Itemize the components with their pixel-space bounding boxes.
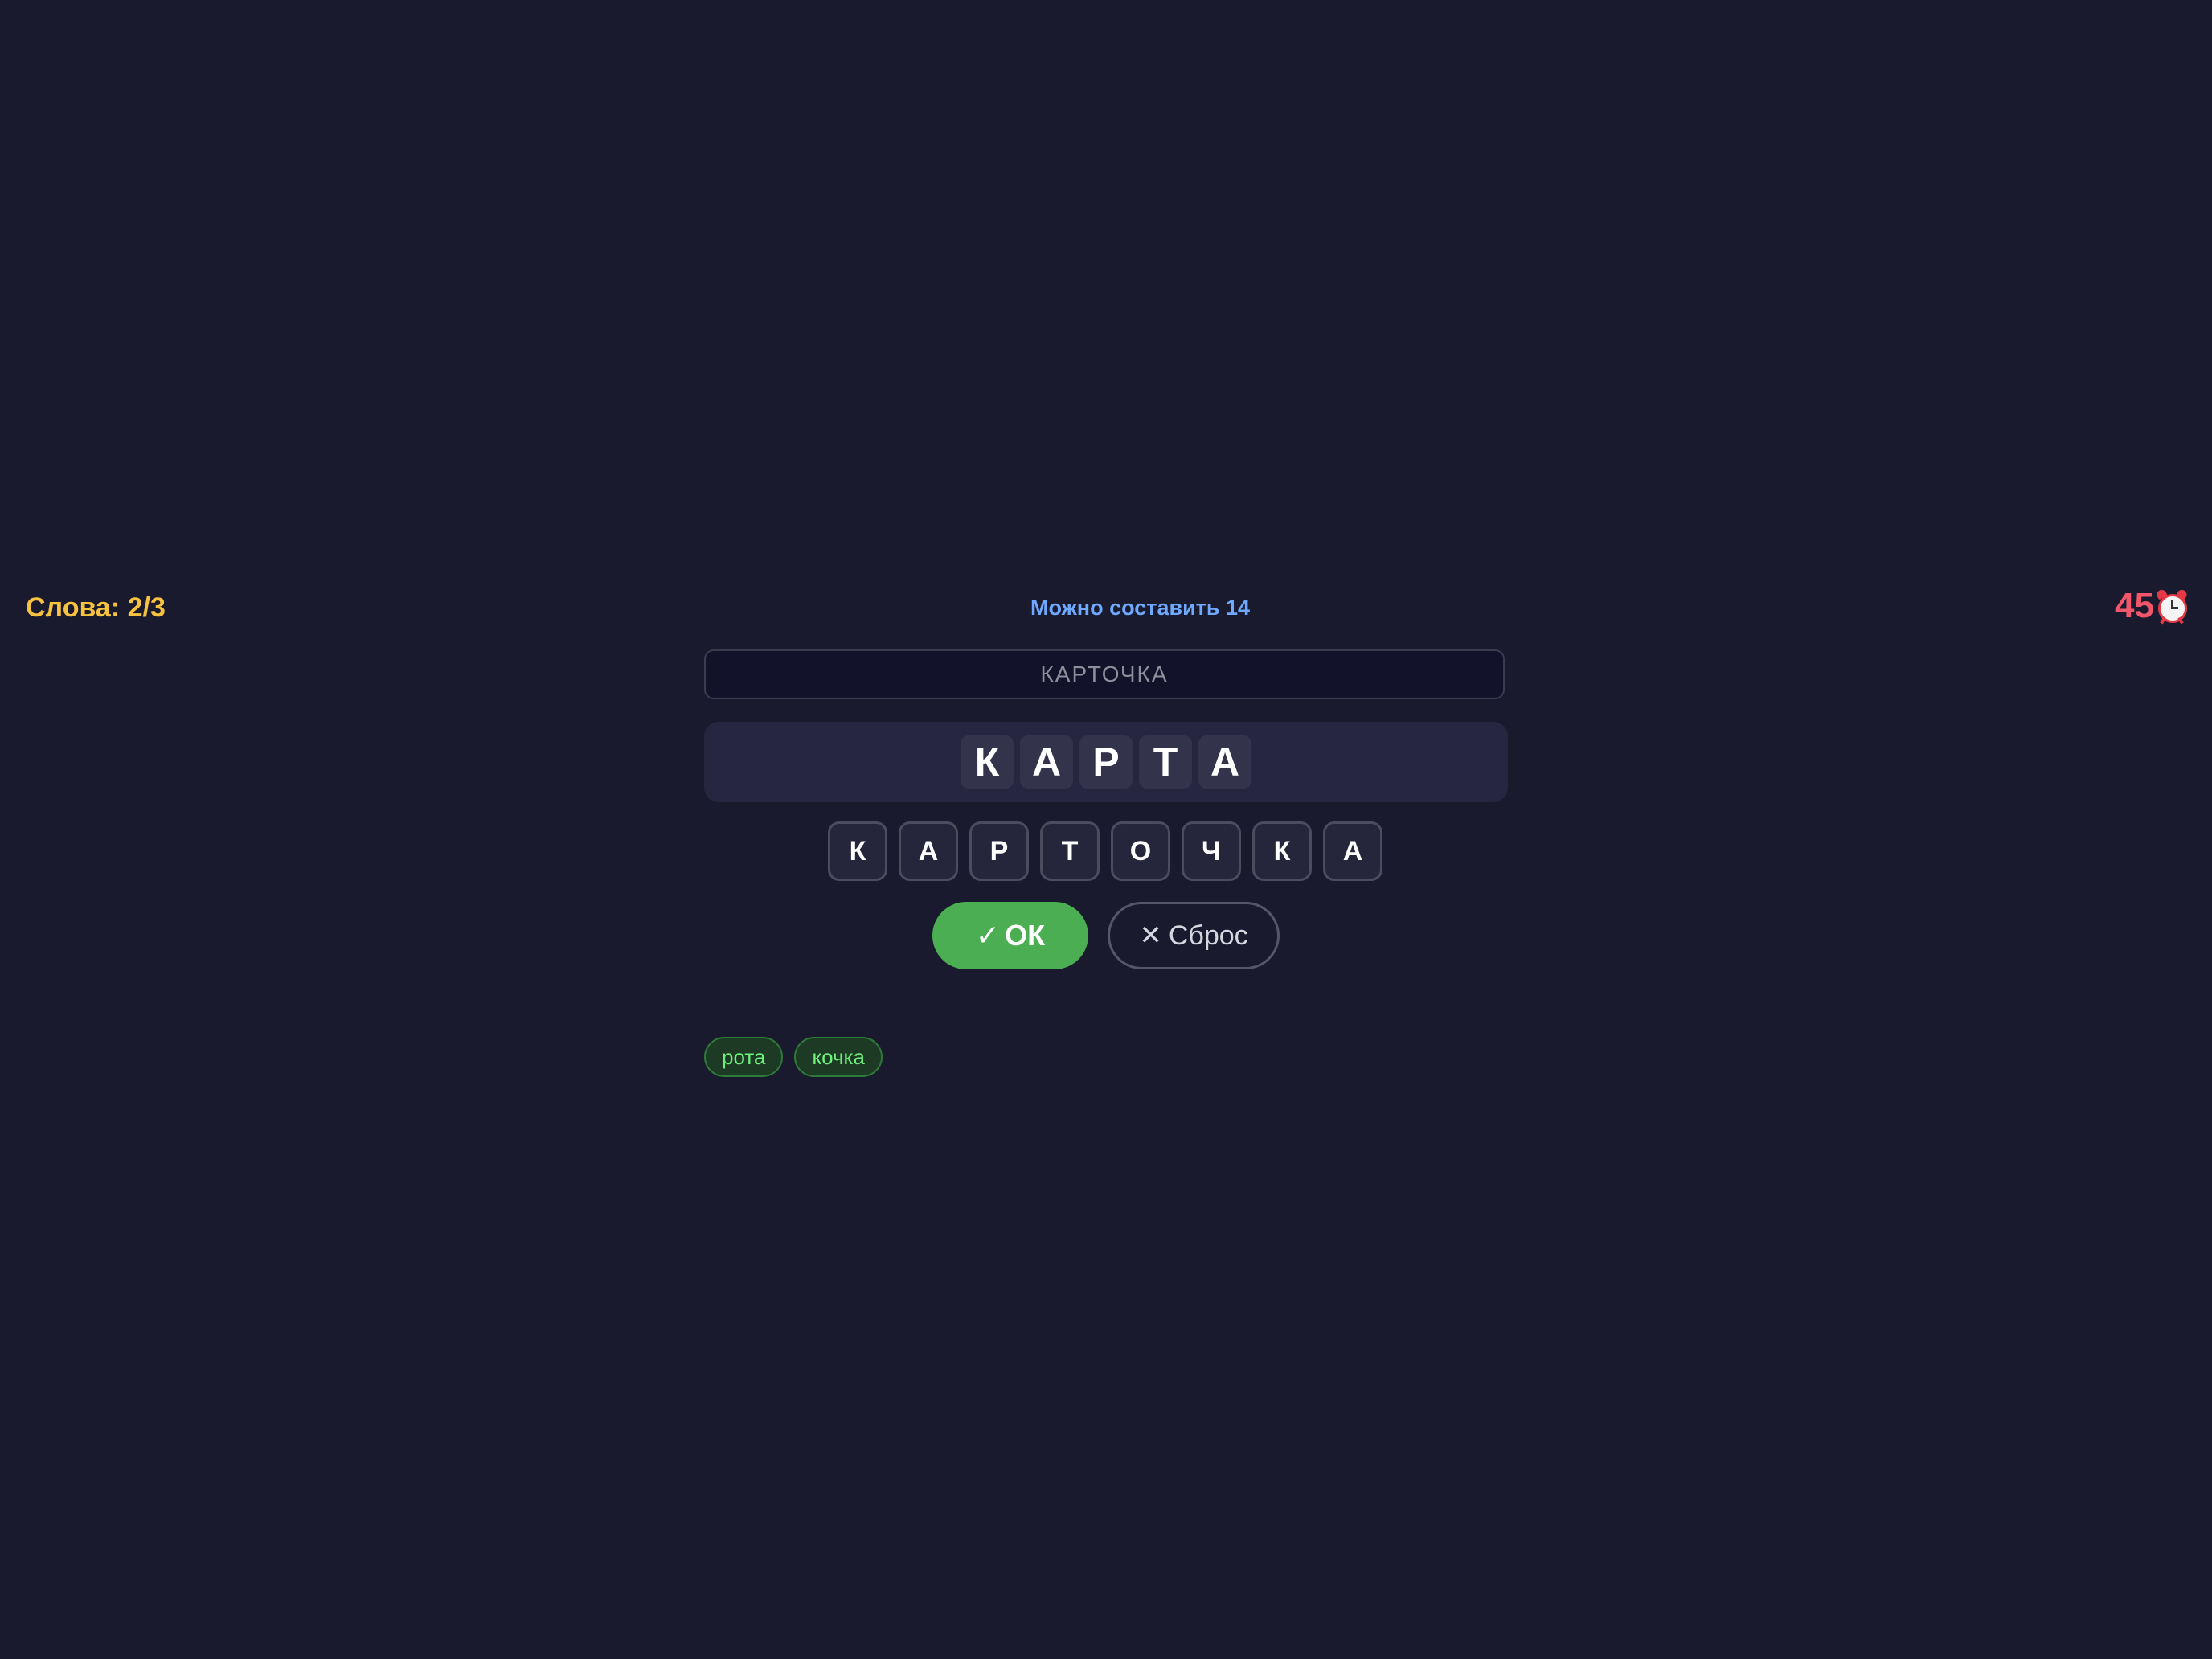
check-icon: ✓ bbox=[975, 919, 1001, 952]
letter-button[interactable]: К bbox=[828, 821, 887, 881]
reset-button-label: Сброс bbox=[1168, 920, 1248, 951]
words-counter: Слова: 2/3 bbox=[26, 592, 166, 623]
answer-tile[interactable]: К bbox=[961, 735, 1014, 789]
reset-button[interactable]: ✕ Сброс bbox=[1108, 902, 1280, 969]
close-icon: ✕ bbox=[1139, 920, 1162, 951]
answer-tile[interactable]: Р bbox=[1079, 735, 1133, 789]
answer-area[interactable]: К А Р Т А bbox=[704, 722, 1508, 802]
ok-button[interactable]: ✓ ОК bbox=[932, 902, 1088, 969]
answer-tile[interactable]: А bbox=[1020, 735, 1073, 789]
possible-words-count: Можно составить 14 bbox=[1030, 596, 1251, 620]
answer-tile[interactable]: Т bbox=[1139, 735, 1192, 789]
found-word-chip: рота bbox=[704, 1037, 784, 1077]
letter-button[interactable]: О bbox=[1111, 821, 1170, 881]
answer-tile[interactable]: А bbox=[1198, 735, 1251, 789]
letter-button[interactable]: А bbox=[1323, 821, 1382, 881]
letter-button[interactable]: К bbox=[1252, 821, 1312, 881]
ok-button-label: ОК bbox=[1005, 919, 1046, 952]
found-word-chip: кочка bbox=[794, 1037, 883, 1077]
timer: 45 bbox=[2115, 586, 2189, 625]
found-words-list: рота кочка bbox=[704, 1037, 883, 1077]
letter-button[interactable]: Ч bbox=[1182, 821, 1241, 881]
timer-value: 45 bbox=[2115, 586, 2154, 625]
letter-keyboard: К А Р Т О Ч К А bbox=[828, 821, 1382, 881]
alarm-clock-icon bbox=[2155, 588, 2189, 625]
letter-button[interactable]: А bbox=[899, 821, 958, 881]
letter-button[interactable]: Т bbox=[1040, 821, 1100, 881]
source-word: КАРТОЧКА bbox=[704, 649, 1505, 699]
letter-button[interactable]: Р bbox=[969, 821, 1029, 881]
